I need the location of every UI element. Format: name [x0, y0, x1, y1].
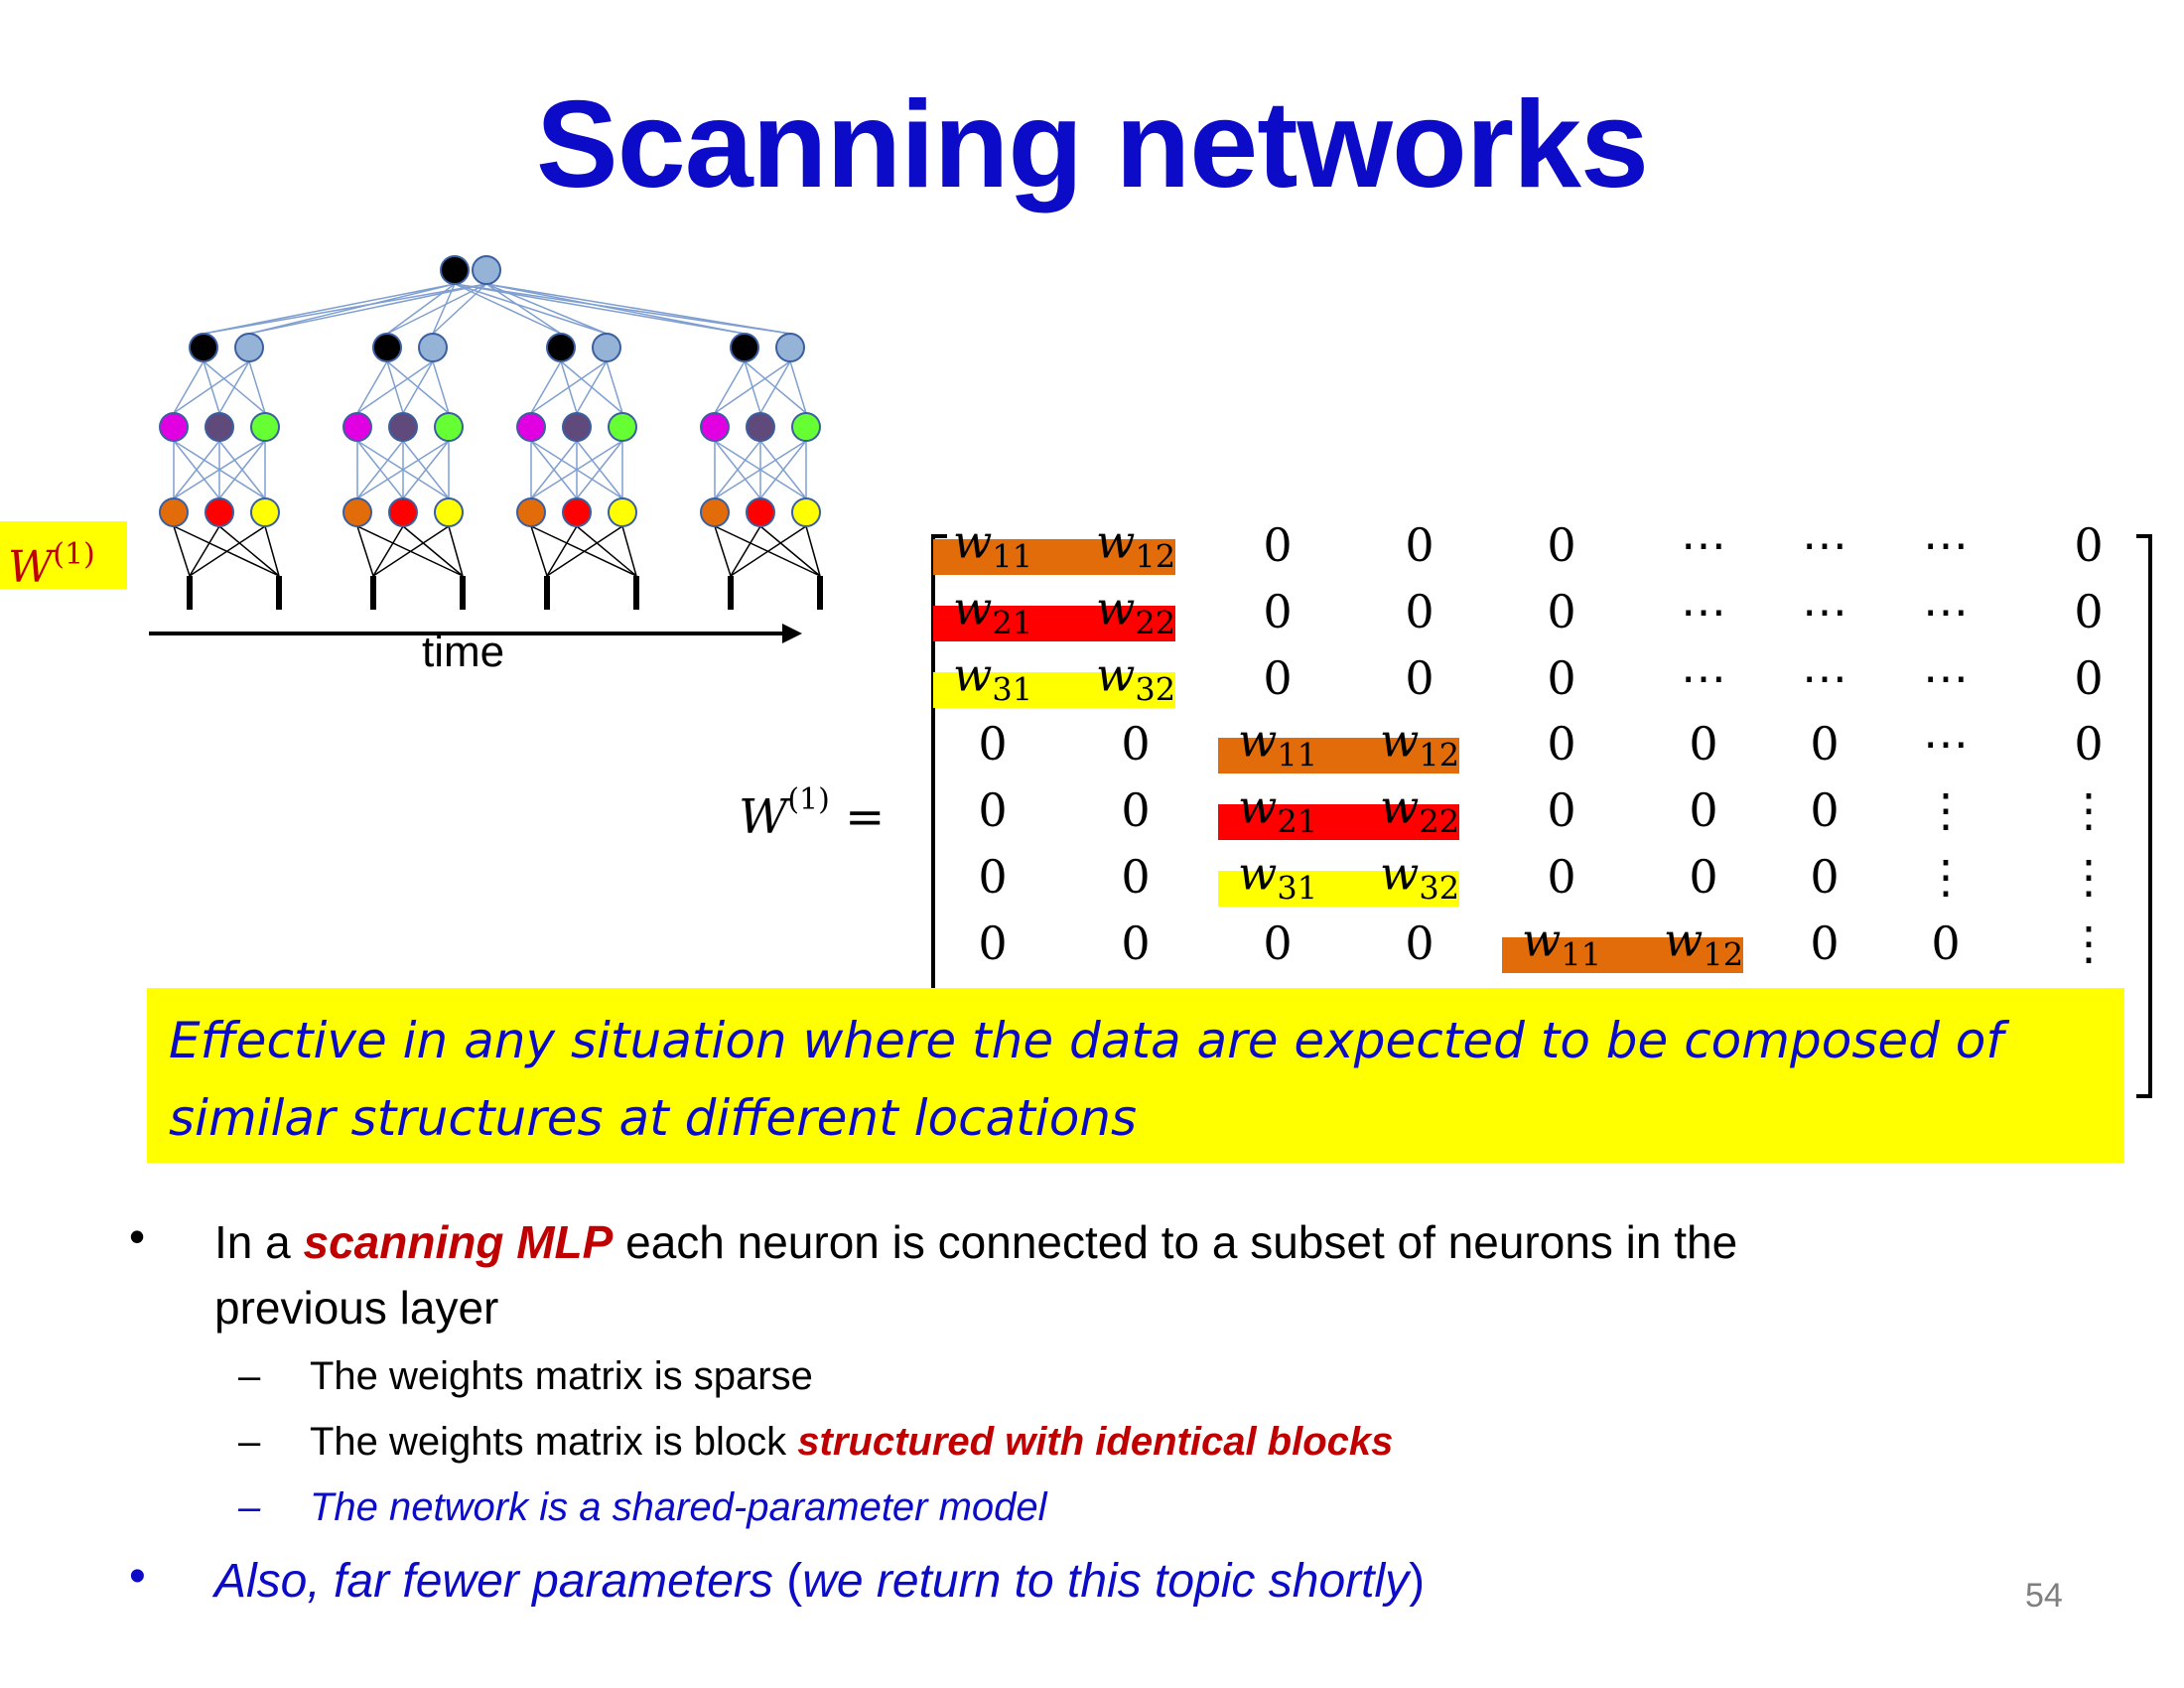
- matrix-cell: ⋯: [1923, 717, 1969, 771]
- matrix-cell: w22: [1095, 581, 1176, 642]
- matrix-cell: w12: [1379, 713, 1460, 774]
- matrix-cell: w11: [1237, 713, 1318, 774]
- matrix-cell: ⋯: [1681, 585, 1726, 638]
- matrix-cell: w21: [1237, 779, 1318, 841]
- matrix-cell: 0: [1263, 585, 1293, 638]
- matrix-cell: 0: [1263, 916, 1293, 970]
- matrix-cell: ⋮: [1923, 783, 1969, 837]
- subbullet-block-emphasis: structured with identical blocks: [797, 1420, 1394, 1464]
- bullet2-text-d: ): [1409, 1555, 1426, 1608]
- bullet1-text-pre: In a: [214, 1216, 304, 1268]
- bullet1-emphasis: scanning MLP: [303, 1216, 614, 1268]
- matrix-cell: 0: [1121, 850, 1151, 904]
- matrix-cell: ⋮: [2066, 850, 2112, 904]
- callout-box: Effective in any situation where the dat…: [147, 988, 2124, 1163]
- matrix-cell: 0: [1810, 783, 1840, 837]
- subbullet-shared-text: The network is a shared-parameter model: [310, 1485, 1047, 1529]
- matrix-cell: ⋯: [1802, 585, 1847, 638]
- matrix-cell: 0: [1263, 518, 1293, 572]
- matrix-cell: 0: [1689, 783, 1718, 837]
- matrix-cell: 0: [1547, 717, 1576, 771]
- matrix-cell: 0: [978, 783, 1008, 837]
- matrix-cell: 0: [1121, 783, 1151, 837]
- matrix-cell: 0: [1405, 916, 1434, 970]
- matrix-cell: 0: [2074, 585, 2104, 638]
- matrix-cell: 0: [1810, 916, 1840, 970]
- matrix-cell: 0: [1547, 850, 1576, 904]
- subbullet-sparse-text: The weights matrix is sparse: [310, 1354, 813, 1398]
- subbullet-dash: –: [238, 1420, 261, 1464]
- bullet1-text-post: each neuron is connected to a subset of …: [613, 1216, 1738, 1268]
- matrix-cell: 0: [1547, 585, 1576, 638]
- page-number: 54: [2025, 1577, 2063, 1615]
- matrix-cell: w31: [1237, 846, 1318, 908]
- bullet-dot: •: [129, 1550, 146, 1603]
- matrix-cell: ⋮: [1923, 850, 1969, 904]
- subbullet-dash: –: [238, 1354, 261, 1398]
- matrix-cell: ⋯: [1681, 651, 1726, 705]
- matrix-cell: w21: [952, 581, 1033, 642]
- matrix-cell: 0: [1121, 916, 1151, 970]
- matrix-cell: 0: [1931, 916, 1961, 970]
- matrix-cell: 0: [1405, 518, 1434, 572]
- matrix-cell: 0: [1405, 651, 1434, 705]
- matrix-cell: ⋮: [2066, 916, 2112, 970]
- callout-line-1: Effective in any situation where the dat…: [169, 1012, 2003, 1069]
- subbullet-block-text: The weights matrix is block: [310, 1420, 798, 1464]
- matrix-cell: ⋯: [1802, 518, 1847, 572]
- matrix-cell: ⋯: [1923, 518, 1969, 572]
- matrix-cell: 0: [1121, 717, 1151, 771]
- matrix-cell: 0: [1547, 783, 1576, 837]
- matrix-cell: ⋯: [1923, 585, 1969, 638]
- matrix-cell: ⋯: [1802, 651, 1847, 705]
- matrix-cell: w32: [1095, 647, 1176, 709]
- matrix-cell: 0: [1810, 850, 1840, 904]
- matrix-cell: w12: [1095, 514, 1176, 576]
- matrix-cell: w11: [952, 514, 1033, 576]
- matrix-cell: w32: [1379, 846, 1460, 908]
- matrix-cell: 0: [978, 717, 1008, 771]
- matrix-cell: 0: [1689, 717, 1718, 771]
- matrix-cell: 0: [2074, 717, 2104, 771]
- bullet2-text-a: Also, far fewer parameters: [214, 1555, 773, 1608]
- matrix-cell: ⋯: [1681, 518, 1726, 572]
- matrix-cell: 0: [1547, 518, 1576, 572]
- matrix-cell: w12: [1663, 913, 1744, 974]
- callout-line-2: similar structures at different location…: [169, 1089, 1138, 1147]
- matrix-cell: 0: [1263, 651, 1293, 705]
- matrix-cell: w11: [1521, 913, 1602, 974]
- matrix-right-bracket: [2136, 534, 2152, 1098]
- matrix-cell: w31: [952, 647, 1033, 709]
- bullet-dot: •: [129, 1210, 146, 1262]
- bullet2-text-b: (: [772, 1555, 803, 1608]
- matrix-cell: 0: [1547, 651, 1576, 705]
- bullet1-text-line2: previous layer: [214, 1282, 499, 1334]
- matrix-cell: 0: [2074, 518, 2104, 572]
- subbullet-dash: –: [238, 1485, 261, 1529]
- matrix-cell: ⋯: [1923, 651, 1969, 705]
- bullet2-text-c: we return to this topic shortly: [802, 1555, 1410, 1608]
- matrix-cell: w22: [1379, 779, 1460, 841]
- matrix-cell: 0: [1810, 717, 1840, 771]
- matrix-cell: 0: [978, 916, 1008, 970]
- matrix-cell: 0: [1405, 585, 1434, 638]
- matrix-cell: 0: [1689, 850, 1718, 904]
- matrix-cell: 0: [978, 850, 1008, 904]
- matrix-cell: 0: [2074, 651, 2104, 705]
- matrix-cell: ⋮: [2066, 783, 2112, 837]
